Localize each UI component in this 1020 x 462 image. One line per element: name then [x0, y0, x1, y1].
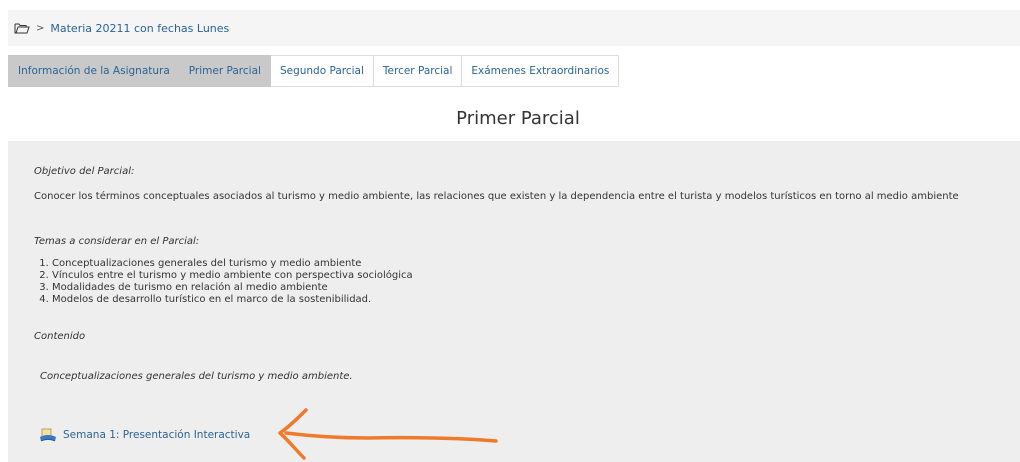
tab-informacion-asignatura[interactable]: Información de la Asignatura	[8, 55, 180, 87]
list-item: Conceptualizaciones generales del turism…	[52, 258, 413, 270]
list-item: Vínculos entre el turismo y medio ambien…	[52, 270, 413, 282]
tab-examenes-extraordinarios[interactable]: Exámenes Extraordinarios	[462, 55, 620, 87]
course-tabs: Información de la Asignatura Primer Parc…	[8, 55, 620, 87]
breadcrumb-separator: >	[36, 22, 45, 34]
objective-heading: Objetivo del Parcial:	[34, 166, 135, 177]
list-item: Modelos de desarrollo turístico en el ma…	[52, 294, 413, 306]
section-content: Objetivo del Parcial: Conocer los términ…	[8, 141, 1020, 462]
page: > Materia 20211 con fechas Lunes Informa…	[0, 0, 1020, 462]
interactive-presentation-icon[interactable]	[39, 427, 57, 443]
topics-list: Conceptualizaciones generales del turism…	[34, 258, 413, 306]
breadcrumb: > Materia 20211 con fechas Lunes	[8, 10, 1020, 46]
objective-text: Conocer los términos conceptuales asocia…	[34, 191, 959, 202]
orange-arrow-icon	[278, 408, 498, 460]
breadcrumb-course-link[interactable]: Materia 20211 con fechas Lunes	[50, 22, 229, 35]
section-title: Primer Parcial	[456, 108, 580, 129]
folder-open-icon[interactable]	[14, 22, 30, 34]
content-heading: Contenido	[34, 331, 86, 342]
tab-segundo-parcial[interactable]: Segundo Parcial	[270, 55, 374, 87]
content-subtitle: Conceptualizaciones generales del turism…	[40, 371, 353, 382]
tab-primer-parcial[interactable]: Primer Parcial	[179, 55, 271, 87]
list-item: Modalidades de turismo en relación al me…	[52, 282, 413, 294]
topics-heading: Temas a considerar en el Parcial:	[34, 236, 200, 247]
resource-link[interactable]: Semana 1: Presentación Interactiva	[63, 429, 250, 441]
tab-tercer-parcial[interactable]: Tercer Parcial	[373, 55, 463, 87]
